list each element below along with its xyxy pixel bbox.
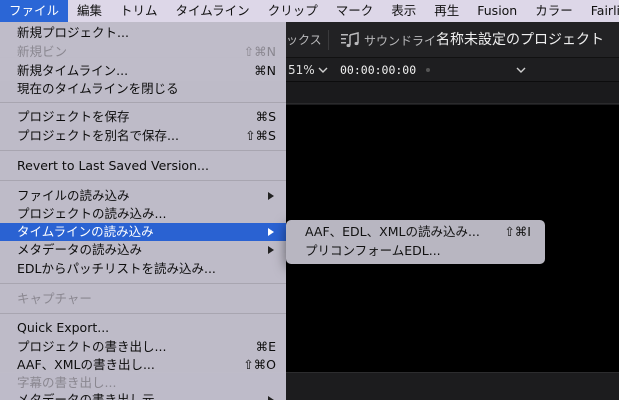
menu-item-shortcut: ⌘S xyxy=(255,109,276,124)
status-dot-icon xyxy=(426,68,430,72)
submenu-arrow-icon xyxy=(268,228,274,236)
toolbar-divider xyxy=(328,30,329,50)
menu-fusion[interactable]: Fusion xyxy=(468,0,526,22)
toolbar-mixer-button[interactable]: ックス xyxy=(286,22,322,58)
timecode-display[interactable]: 00:00:00:00 xyxy=(340,58,416,82)
menu-item-label: キャプチャー xyxy=(17,291,92,306)
menu-item-label: EDLからパッチリストを読み込み... xyxy=(17,261,216,276)
menu-clip[interactable]: クリップ xyxy=(259,0,327,22)
menu-playback[interactable]: 再生 xyxy=(425,0,468,22)
file-menu: 新規プロジェクト... 新規ビン ⇧⌘N 新規タイムライン... ⌘N 現在のタ… xyxy=(0,22,286,400)
menu-item-shortcut: ⇧⌘S xyxy=(245,128,276,143)
menu-item-label: プロジェクトの読み込み... xyxy=(17,206,167,221)
menu-item-label: 新規プロジェクト... xyxy=(17,25,129,40)
menu-item-import-project[interactable]: プロジェクトの読み込み... xyxy=(0,205,286,223)
submenu-item-label: AAF、EDL、XMLの読み込み... xyxy=(305,224,480,239)
menu-separator xyxy=(0,150,286,151)
chevron-down-icon[interactable] xyxy=(318,65,328,75)
menu-item-label: プロジェクトを保存 xyxy=(17,109,130,124)
menu-color[interactable]: カラー xyxy=(526,0,582,22)
menu-item-label: 現在のタイムラインを閉じる xyxy=(17,81,179,96)
menu-item-save-project-as[interactable]: プロジェクトを別名で保存... ⇧⌘S xyxy=(0,127,286,145)
menu-item-import-patchlist[interactable]: EDLからパッチリストを読み込み... xyxy=(0,260,286,278)
menu-item-label: 字幕の書き出し... xyxy=(17,375,117,390)
menu-edit[interactable]: 編集 xyxy=(68,0,111,22)
menu-item-label: メタデータの書き出し元 xyxy=(17,392,155,400)
menu-fairlight[interactable]: Fairlig xyxy=(582,0,619,22)
chevron-down-icon[interactable] xyxy=(516,65,526,75)
menu-separator xyxy=(0,180,286,181)
menu-item-export-project[interactable]: プロジェクトの書き出し... ⌘E xyxy=(0,338,286,356)
import-timeline-submenu: AAF、EDL、XMLの読み込み... ⇧⌘I プリコンフォームEDL... xyxy=(286,220,545,264)
submenu-item-shortcut: ⇧⌘I xyxy=(504,224,531,239)
menu-item-shortcut: ⇧⌘O xyxy=(243,357,276,372)
menu-item-label: プロジェクトの書き出し... xyxy=(17,339,167,354)
menu-item-revert[interactable]: Revert to Last Saved Version... xyxy=(0,157,286,175)
menu-item-import-file[interactable]: ファイルの読み込み xyxy=(0,187,286,205)
menu-item-import-timeline[interactable]: タイムラインの読み込み xyxy=(0,223,286,241)
menu-item-import-metadata[interactable]: メタデータの読み込み xyxy=(0,241,286,259)
submenu-item-preconform-edl[interactable]: プリコンフォームEDL... xyxy=(286,242,545,260)
menu-item-shortcut: ⇧⌘N xyxy=(243,44,276,59)
menu-trim[interactable]: トリム xyxy=(111,0,167,22)
menu-item-label: メタデータの読み込み xyxy=(17,242,143,257)
music-notes-icon xyxy=(341,32,359,48)
menu-item-save-project[interactable]: プロジェクトを保存 ⌘S xyxy=(0,108,286,126)
menu-item-export-aaf-xml[interactable]: AAF、XMLの書き出し... ⇧⌘O xyxy=(0,356,286,374)
menu-bar: ファイル 編集 トリム タイムライン クリップ マーク 表示 再生 Fusion… xyxy=(0,0,619,22)
submenu-arrow-icon xyxy=(268,192,274,200)
menu-item-label: 新規タイムライン... xyxy=(17,63,129,78)
menu-separator xyxy=(0,313,286,314)
menu-separator xyxy=(0,102,286,103)
menu-file[interactable]: ファイル xyxy=(0,0,69,22)
submenu-item-import-aaf-edl-xml[interactable]: AAF、EDL、XMLの読み込み... ⇧⌘I xyxy=(286,223,545,241)
menu-item-new-timeline[interactable]: 新規タイムライン... ⌘N xyxy=(0,62,286,80)
zoom-level[interactable]: 51% xyxy=(288,58,315,82)
menu-item-export-subtitles: 字幕の書き出し... xyxy=(0,374,286,392)
sound-library-button[interactable]: サウンドライ xyxy=(340,22,436,58)
menu-item-export-metadata[interactable]: メタデータの書き出し元 xyxy=(0,391,286,400)
menu-item-shortcut: ⌘E xyxy=(255,339,276,354)
submenu-arrow-icon xyxy=(268,396,274,400)
project-title: 名称未設定のプロジェクト xyxy=(436,32,604,48)
menu-item-new-bin: 新規ビン ⇧⌘N xyxy=(0,43,286,61)
menu-item-label: タイムラインの読み込み xyxy=(17,224,154,239)
menu-separator xyxy=(0,283,286,284)
menu-mark[interactable]: マーク xyxy=(327,0,383,22)
menu-item-label: AAF、XMLの書き出し... xyxy=(17,357,155,372)
submenu-item-label: プリコンフォームEDL... xyxy=(305,243,441,258)
menu-timeline[interactable]: タイムライン xyxy=(167,0,259,22)
menu-view[interactable]: 表示 xyxy=(382,0,425,22)
menu-item-label: Quick Export... xyxy=(17,320,110,335)
menu-item-quick-export[interactable]: Quick Export... xyxy=(0,319,286,337)
menu-item-label: Revert to Last Saved Version... xyxy=(17,158,209,173)
menu-item-capture: キャプチャー xyxy=(0,290,286,308)
menu-item-label: ファイルの読み込み xyxy=(17,188,130,203)
menu-item-label: 新規ビン xyxy=(17,44,68,59)
submenu-arrow-icon xyxy=(268,246,274,254)
menu-item-label: プロジェクトを別名で保存... xyxy=(17,128,179,143)
menu-item-new-project[interactable]: 新規プロジェクト... xyxy=(0,24,286,42)
menu-item-close-timeline[interactable]: 現在のタイムラインを閉じる xyxy=(0,80,286,98)
sound-library-label: サウンドライ xyxy=(364,33,437,48)
menu-item-shortcut: ⌘N xyxy=(254,63,276,78)
